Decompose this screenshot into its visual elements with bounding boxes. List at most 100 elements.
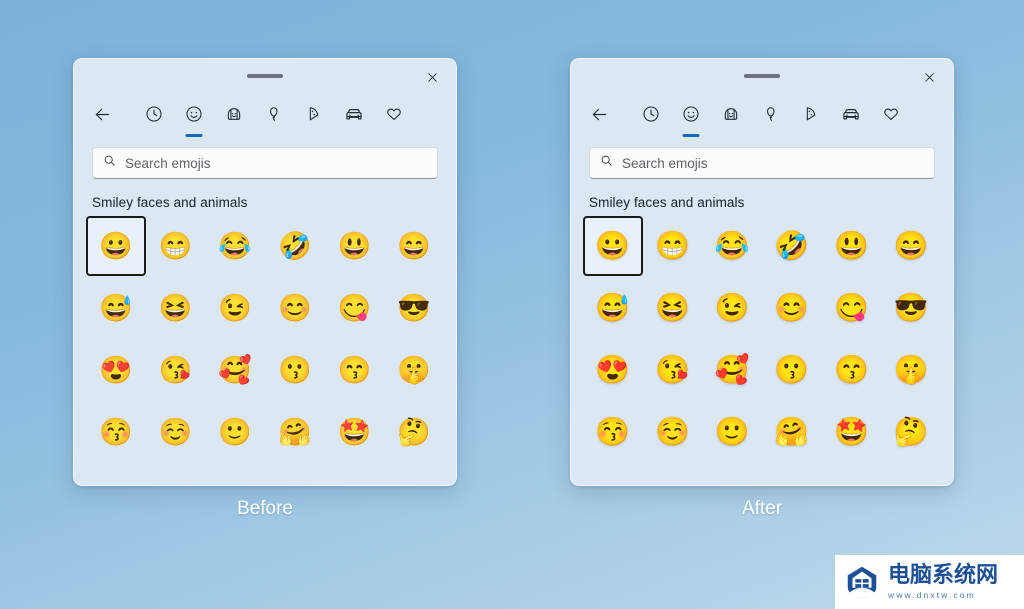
category-tab-clock[interactable] — [631, 97, 671, 131]
emoji-glyph: 😍 — [595, 354, 631, 385]
emoji-cell[interactable]: 😉 — [702, 278, 762, 338]
emoji-cell[interactable]: 😋 — [325, 278, 385, 338]
category-tab-clock[interactable] — [134, 97, 174, 131]
emoji-glyph: 🤗 — [278, 416, 312, 447]
emoji-cell[interactable]: 🤔 — [384, 402, 444, 462]
emoji-cell[interactable]: 🤗 — [265, 402, 325, 462]
emoji-glyph: 🙂 — [714, 416, 750, 447]
emoji-glyph: 😃 — [834, 230, 869, 261]
category-tab-car[interactable] — [831, 97, 871, 131]
emoji-cell-selected[interactable]: 😀 — [86, 216, 146, 276]
emoji-cell-selected[interactable]: 😀 — [583, 216, 643, 276]
emoji-cell[interactable]: 😍 — [583, 340, 643, 400]
emoji-cell[interactable]: 🤣 — [762, 216, 822, 276]
emoji-glyph: 🤫 — [397, 354, 431, 385]
emoji-glyph: 😊 — [278, 292, 312, 323]
emoji-glyph: 😉 — [218, 292, 252, 323]
emoji-cell[interactable]: 😄 — [881, 216, 941, 276]
category-tab-smiley[interactable] — [671, 97, 711, 137]
category-tab-smiley[interactable] — [174, 97, 214, 137]
emoji-cell[interactable]: 😊 — [265, 278, 325, 338]
drag-handle[interactable] — [247, 74, 283, 78]
emoji-cell[interactable]: 😙 — [325, 340, 385, 400]
emoji-cell[interactable]: 🤣 — [265, 216, 325, 276]
emoji-cell[interactable]: 🥰 — [205, 340, 265, 400]
search-input[interactable] — [622, 155, 924, 171]
emoji-glyph: 😚 — [99, 416, 133, 447]
emoji-cell[interactable]: 😁 — [146, 216, 206, 276]
search-box[interactable] — [92, 147, 438, 179]
emoji-cell[interactable]: 🙂 — [702, 402, 762, 462]
emoji-glyph: 🤗 — [774, 416, 810, 447]
emoji-cell[interactable]: 🤔 — [881, 402, 941, 462]
search-input[interactable] — [125, 155, 427, 171]
emoji-cell[interactable]: 😊 — [762, 278, 822, 338]
emoji-cell[interactable]: 😎 — [384, 278, 444, 338]
category-tab-balloon[interactable] — [254, 97, 294, 131]
food-icon — [801, 104, 821, 124]
emoji-cell[interactable]: 😂 — [702, 216, 762, 276]
emoji-cell[interactable]: 🤩 — [822, 402, 882, 462]
emoji-cell[interactable]: 😚 — [86, 402, 146, 462]
emoji-cell[interactable]: 😗 — [762, 340, 822, 400]
category-tab-pizza[interactable] — [294, 97, 334, 131]
emoji-cell[interactable]: 🤫 — [881, 340, 941, 400]
category-tab-car[interactable] — [334, 97, 374, 131]
emoji-cell[interactable]: 😆 — [643, 278, 703, 338]
emoji-glyph: 😉 — [714, 292, 750, 323]
emoji-cell[interactable]: 😂 — [205, 216, 265, 276]
back-button[interactable] — [579, 97, 619, 131]
category-tab-pizza[interactable] — [791, 97, 831, 131]
travel-icon — [840, 103, 862, 125]
emoji-cell[interactable]: 😗 — [265, 340, 325, 400]
emoji-glyph: 😋 — [834, 292, 869, 323]
emoji-cell[interactable]: 🤫 — [384, 340, 444, 400]
category-tab-people[interactable] — [711, 97, 751, 131]
emoji-cell[interactable]: 😋 — [822, 278, 882, 338]
emoji-glyph: ☺️ — [655, 416, 690, 447]
emoji-cell[interactable]: 😃 — [822, 216, 882, 276]
emoji-glyph: 🤔 — [397, 416, 431, 447]
emoji-picker-window: Smiley faces and animals 😀 😁 😂 🤣 😃 😄 😅 😆 😉 😊 😋 😎 😍 😘 🥰 😗… — [73, 58, 457, 486]
emoji-cell[interactable]: 😁 — [643, 216, 703, 276]
emoji-cell[interactable]: 😎 — [881, 278, 941, 338]
category-tab-balloon[interactable] — [751, 97, 791, 131]
emoji-glyph: ☺️ — [158, 416, 193, 447]
emoji-cell[interactable]: 😆 — [146, 278, 206, 338]
emoji-cell[interactable]: 😍 — [86, 340, 146, 400]
emoji-cell[interactable]: 😅 — [86, 278, 146, 338]
emoji-cell[interactable]: 😅 — [583, 278, 643, 338]
emoji-cell[interactable]: ☺️ — [643, 402, 703, 462]
emoji-cell[interactable]: 😄 — [384, 216, 444, 276]
close-icon — [923, 71, 936, 84]
emoji-glyph: 😙 — [337, 354, 372, 385]
watermark-url: www.dnxtw.com — [888, 589, 976, 600]
emoji-cell[interactable]: ☺️ — [146, 402, 206, 462]
section-heading: Smiley faces and animals — [92, 195, 248, 210]
back-button[interactable] — [82, 97, 122, 131]
emoji-cell[interactable]: 🤩 — [325, 402, 385, 462]
emoji-cell[interactable]: 😚 — [583, 402, 643, 462]
category-tab-people[interactable] — [214, 97, 254, 131]
emoji-cell[interactable]: 😘 — [643, 340, 703, 400]
favorites-icon — [384, 104, 404, 124]
search-box[interactable] — [589, 147, 935, 179]
emoji-cell[interactable]: 🥰 — [702, 340, 762, 400]
category-tab-heart[interactable] — [871, 97, 911, 131]
emoji-cell[interactable]: 😘 — [146, 340, 206, 400]
emoji-cell[interactable]: 😃 — [325, 216, 385, 276]
emoji-cell[interactable]: 🤗 — [762, 402, 822, 462]
search-icon — [103, 154, 116, 172]
people-icon — [721, 104, 741, 124]
category-tab-heart[interactable] — [374, 97, 414, 131]
emoji-cell[interactable]: 🙂 — [205, 402, 265, 462]
close-button[interactable] — [911, 63, 947, 91]
emoji-cell[interactable]: 😉 — [205, 278, 265, 338]
search-icon — [600, 154, 613, 172]
emoji-glyph: 😆 — [158, 292, 193, 323]
emoji-cell[interactable]: 😙 — [822, 340, 882, 400]
close-button[interactable] — [414, 63, 450, 91]
drag-handle[interactable] — [744, 74, 780, 78]
recent-icon — [144, 104, 164, 124]
emoji-glyph: 😃 — [337, 230, 372, 261]
